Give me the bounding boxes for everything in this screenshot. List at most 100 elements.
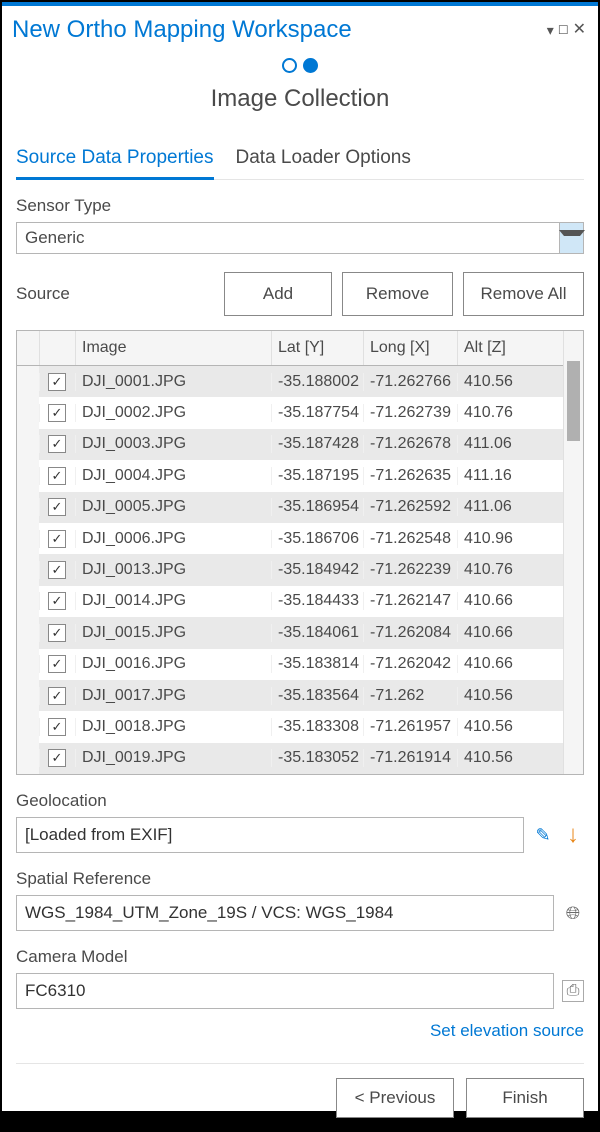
row-image: DJI_0015.JPG <box>75 624 271 642</box>
finish-button[interactable]: Finish <box>466 1078 584 1118</box>
arrow-down-icon[interactable]: ↓ <box>562 821 584 849</box>
row-image: DJI_0016.JPG <box>75 655 271 673</box>
row-checkbox[interactable]: ✓ <box>39 749 75 767</box>
header-alt[interactable]: Alt [Z] <box>457 331 563 365</box>
row-checkbox[interactable]: ✓ <box>39 530 75 548</box>
wizard-stepper <box>282 58 318 73</box>
camera-properties-icon[interactable]: ⎙ <box>562 980 584 1002</box>
row-lat: -35.184061 <box>271 624 363 642</box>
row-long: -71.262548 <box>363 530 457 548</box>
row-selector[interactable] <box>17 460 39 491</box>
row-image: DJI_0003.JPG <box>75 435 271 453</box>
row-checkbox[interactable]: ✓ <box>39 498 75 516</box>
scrollbar[interactable] <box>563 331 583 774</box>
table-header: Image Lat [Y] Long [X] Alt [Z] <box>17 331 563 366</box>
maximize-icon[interactable]: ☐ <box>558 24 569 36</box>
row-long: -71.262678 <box>363 435 457 453</box>
row-selector[interactable] <box>17 586 39 617</box>
row-lat: -35.183308 <box>271 718 363 736</box>
remove-all-button[interactable]: Remove All <box>463 272 584 316</box>
spatial-ref-input[interactable]: WGS_1984_UTM_Zone_19S / VCS: WGS_1984 <box>16 895 554 931</box>
row-selector[interactable] <box>17 617 39 648</box>
row-image: DJI_0017.JPG <box>75 687 271 705</box>
row-checkbox[interactable]: ✓ <box>39 718 75 736</box>
table-row[interactable]: ✓DJI_0002.JPG-35.187754-71.262739410.76 <box>17 397 563 428</box>
camera-model-input[interactable]: FC6310 <box>16 973 554 1009</box>
section-header: Image Collection <box>2 58 598 113</box>
row-lat: -35.187754 <box>271 404 363 422</box>
row-selector[interactable] <box>17 523 39 554</box>
row-image: DJI_0013.JPG <box>75 561 271 579</box>
table-row[interactable]: ✓DJI_0016.JPG-35.183814-71.262042410.66 <box>17 649 563 680</box>
tab-data-loader-options[interactable]: Data Loader Options <box>236 147 411 179</box>
previous-button[interactable]: < Previous <box>336 1078 454 1118</box>
row-alt: 410.66 <box>457 624 563 642</box>
row-selector[interactable] <box>17 397 39 428</box>
spatial-ref-label: Spatial Reference <box>16 869 584 889</box>
row-checkbox[interactable]: ✓ <box>39 592 75 610</box>
add-button[interactable]: Add <box>224 272 332 316</box>
chevron-down-icon[interactable] <box>559 223 583 253</box>
row-checkbox[interactable]: ✓ <box>39 561 75 579</box>
sensor-type-select[interactable]: Generic <box>16 222 584 254</box>
table-row[interactable]: ✓DJI_0004.JPG-35.187195-71.262635411.16 <box>17 460 563 491</box>
table-row[interactable]: ✓DJI_0017.JPG-35.183564-71.262410.56 <box>17 680 563 711</box>
table-row[interactable]: ✓DJI_0003.JPG-35.187428-71.262678411.06 <box>17 429 563 460</box>
row-alt: 410.76 <box>457 404 563 422</box>
pencil-icon[interactable]: ✎ <box>532 825 554 846</box>
row-checkbox[interactable]: ✓ <box>39 435 75 453</box>
table-row[interactable]: ✓DJI_0014.JPG-35.184433-71.262147410.66 <box>17 586 563 617</box>
row-alt: 410.56 <box>457 687 563 705</box>
step-dot-2[interactable] <box>303 58 318 73</box>
row-selector[interactable] <box>17 366 39 397</box>
image-table: Image Lat [Y] Long [X] Alt [Z] ✓DJI_0001… <box>16 330 584 775</box>
row-selector[interactable] <box>17 743 39 774</box>
header-image[interactable]: Image <box>75 331 271 365</box>
table-row[interactable]: ✓DJI_0013.JPG-35.184942-71.262239410.76 <box>17 554 563 585</box>
row-selector[interactable] <box>17 711 39 742</box>
row-checkbox[interactable]: ✓ <box>39 467 75 485</box>
row-long: -71.262635 <box>363 467 457 485</box>
geolocation-input[interactable]: [Loaded from EXIF] <box>16 817 524 853</box>
table-row[interactable]: ✓DJI_0019.JPG-35.183052-71.261914410.56 <box>17 743 563 774</box>
camera-model-label: Camera Model <box>16 947 584 967</box>
row-selector[interactable] <box>17 680 39 711</box>
row-checkbox[interactable]: ✓ <box>39 687 75 705</box>
row-selector[interactable] <box>17 492 39 523</box>
row-alt: 410.56 <box>457 749 563 767</box>
scrollbar-thumb[interactable] <box>567 361 580 441</box>
table-row[interactable]: ✓DJI_0006.JPG-35.186706-71.262548410.96 <box>17 523 563 554</box>
row-checkbox[interactable]: ✓ <box>39 404 75 422</box>
table-row[interactable]: ✓DJI_0015.JPG-35.184061-71.262084410.66 <box>17 617 563 648</box>
row-selector[interactable] <box>17 554 39 585</box>
row-long: -71.261914 <box>363 749 457 767</box>
row-lat: -35.187195 <box>271 467 363 485</box>
table-row[interactable]: ✓DJI_0018.JPG-35.183308-71.261957410.56 <box>17 711 563 742</box>
row-lat: -35.188002 <box>271 373 363 391</box>
globe-icon[interactable]: 🌐︎ <box>562 903 584 924</box>
close-icon[interactable]: ✕ <box>573 22 586 38</box>
header-row-selector[interactable] <box>17 331 39 365</box>
row-image: DJI_0002.JPG <box>75 404 271 422</box>
row-selector[interactable] <box>17 429 39 460</box>
header-lat[interactable]: Lat [Y] <box>271 331 363 365</box>
tab-source-data-properties[interactable]: Source Data Properties <box>16 147 214 180</box>
sensor-type-value: Generic <box>17 223 559 253</box>
header-long[interactable]: Long [X] <box>363 331 457 365</box>
step-dot-1[interactable] <box>282 58 297 73</box>
row-checkbox[interactable]: ✓ <box>39 655 75 673</box>
header-checkbox[interactable] <box>39 331 75 365</box>
row-long: -71.262084 <box>363 624 457 642</box>
row-selector[interactable] <box>17 649 39 680</box>
row-image: DJI_0019.JPG <box>75 749 271 767</box>
row-checkbox[interactable]: ✓ <box>39 624 75 642</box>
row-checkbox[interactable]: ✓ <box>39 373 75 391</box>
table-row[interactable]: ✓DJI_0001.JPG-35.188002-71.262766410.56 <box>17 366 563 397</box>
row-long: -71.262592 <box>363 498 457 516</box>
row-alt: 410.96 <box>457 530 563 548</box>
row-long: -71.262739 <box>363 404 457 422</box>
remove-button[interactable]: Remove <box>342 272 453 316</box>
table-row[interactable]: ✓DJI_0005.JPG-35.186954-71.262592411.06 <box>17 492 563 523</box>
set-elevation-source-link[interactable]: Set elevation source <box>16 1021 584 1041</box>
menu-icon[interactable]: ▾ <box>547 23 554 37</box>
